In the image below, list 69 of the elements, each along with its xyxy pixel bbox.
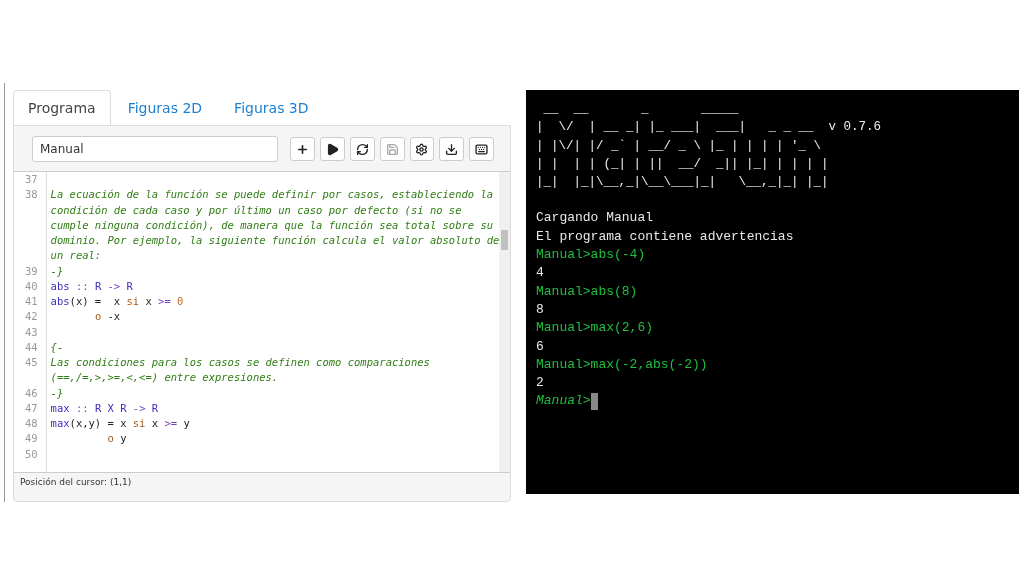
code-line: abs(x) = x si x >= 0 [50,294,185,309]
code-editor[interactable] [14,171,510,473]
ascii-banner-line: |_| |_|\__,_|\__\___|_| \__,_|_| |_| [536,175,829,190]
code-line: -} [50,385,65,401]
code-line: o -x [93,309,122,325]
version-label: v 0.7.6 [828,120,882,135]
code-line: max(x,y) = x si x >= y [50,416,191,431]
output-line: Cargando Manual [536,209,654,228]
plus-icon [296,142,310,156]
line-number: 42 [23,309,39,325]
line-number: 40 [23,278,39,294]
keyboard-icon [475,142,489,156]
line-number: 37 [23,172,39,187]
line-number: 44 [23,339,39,355]
line-number: 47 [23,400,39,416]
scrollbar[interactable] [499,172,510,472]
output-line: El programa contiene advertencias [536,227,794,246]
ascii-banner-line: __ __ _ _____ [542,102,739,116]
tab[interactable]: Figuras 2D [112,90,218,125]
output-line: 6 [536,337,544,356]
play-icon [325,142,339,156]
output-line: 8 [536,300,544,319]
output-line: 2 [536,374,544,393]
line-number: 48 [23,416,39,431]
download-button[interactable] [439,137,465,161]
run-button[interactable] [320,137,345,161]
ascii-banner-line: | |\/| |/ _` | __/ _ \ |_ | | | | '_ \ [536,138,822,153]
code-line: dominio. Por ejemplo, la siguiente función calcula el valor absoluto de [50,233,500,248]
code-line: (==,/=,>,>=,<,<=) entre expresiones. [50,370,280,386]
code-line: La ecuación de la función se puede definir por casos, estableciendo la [50,187,495,203]
prompt-line: Manual>max(2,6) [536,319,654,338]
code-line: abs :: R -> R [50,278,134,294]
program-name-field[interactable]: Manual [32,136,279,162]
terminal[interactable] [526,90,1019,494]
code-line: Las condiciones para los casos se definen como comparaciones [50,355,431,370]
line-number: 41 [23,294,39,309]
line-number: 49 [23,431,39,447]
code-line: max :: R X R -> R [50,400,160,416]
settings-button[interactable] [409,137,435,161]
code-line: un real: [50,248,103,264]
line-number: 43 [23,324,39,340]
code-line: -} [50,263,65,279]
tab[interactable]: Programa [13,90,111,125]
download-icon [445,142,459,156]
line-number: 39 [23,263,39,279]
code-line: cumple ninguna condición), de manera que la función sea total sobre su [50,217,495,233]
reload-button[interactable] [349,137,375,161]
refresh-icon [355,142,369,156]
cursor-position: Posición del cursor: (1,1) [19,476,133,489]
prompt-line: Manual>abs(8) [536,282,638,301]
prompt-line: Manual>abs(-4) [536,246,646,265]
line-number: 46 [23,385,39,401]
output-line: 4 [536,264,544,283]
tab[interactable]: Figuras 3D [219,90,324,125]
new-button[interactable] [290,137,316,161]
scrollbar-thumb[interactable] [501,230,509,250]
code-line: o y [106,431,128,447]
code-line: condición de cada caso y por último un caso por defecto (si no se [50,202,463,218]
line-number: 38 [23,187,39,203]
ascii-banner-line: | | | | (_| | || __/ _|| |_| | | | | [536,156,829,171]
text-cursor [590,393,598,411]
line-number: 50 [23,446,39,462]
settings-icon [415,142,429,156]
prompt-line: Manual>max(-2,abs(-2)) [536,355,708,374]
ascii-banner-line: | \/ | __ _| |_ ___| ___| _ _ __ [536,120,814,135]
prompt-line: Manual> [536,392,591,411]
keyboard-button[interactable] [469,137,495,161]
code-line: {- [50,339,65,355]
line-number: 45 [23,355,39,370]
